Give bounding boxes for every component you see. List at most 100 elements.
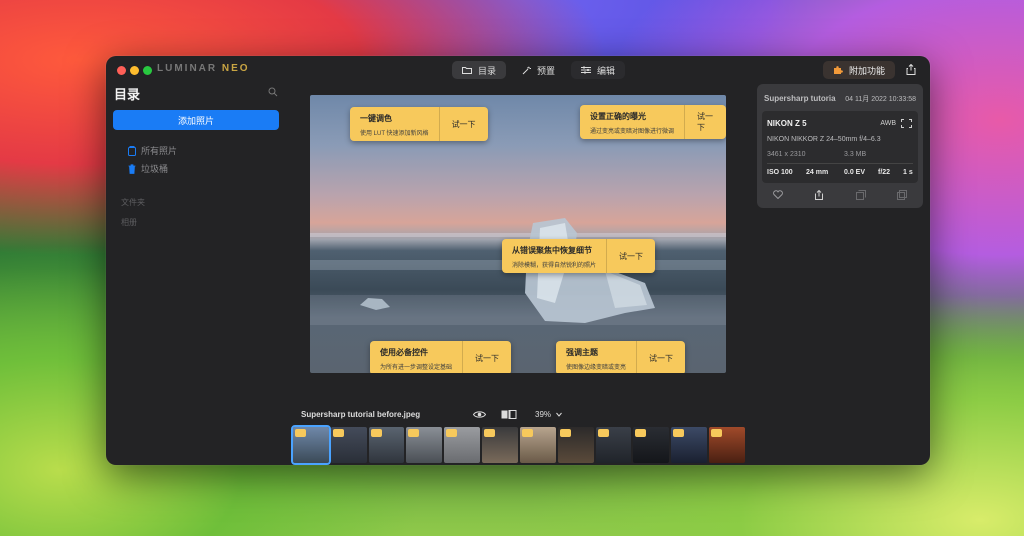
add-photos-button[interactable]: 添加照片 [113,110,279,130]
photo-canvas[interactable]: 一键调色使用 LUT 快速添加新风格 试一下 设置正确的曝光通过变亮或变暗对图像… [310,95,726,373]
edited-badge-icon [559,429,571,437]
compare-icon[interactable] [501,410,517,419]
photos-icon [128,145,136,156]
white-balance: AWB [880,120,896,127]
sidebar-item-all-photos-label: 所有照片 [141,146,178,156]
filmstrip-thumbnail[interactable] [595,427,632,463]
aperture-value: f/22 [878,169,891,176]
logo-text: LUMINAR [157,63,218,74]
addons-label: 附加功能 [849,65,886,76]
tip-subtitle: 使图像边缘变暗或变亮 [566,365,627,371]
tip-try-button[interactable]: 试一下 [440,107,488,141]
tip-title: 从错误聚焦中恢复细节 [512,246,592,255]
tip-try-button[interactable]: 试一下 [463,341,511,373]
stack-icon[interactable] [897,190,908,200]
close-window-button[interactable] [117,66,126,75]
tip-emphasize-subject: 强调主题使图像边缘变暗或变亮 试一下 [556,341,686,373]
tip-try-button[interactable]: 试一下 [607,239,655,273]
export-icon[interactable] [814,190,824,200]
sidebar: 目录 添加照片 所有照片 垃圾桶 文件夹 相册 [106,84,292,465]
edited-badge-icon [370,429,382,437]
chevron-down-icon[interactable] [556,412,562,417]
filmstrip-thumbnail[interactable] [444,427,481,463]
tab-presets-label: 预置 [537,65,556,76]
zoom-level[interactable]: 39% [535,410,551,419]
search-icon[interactable] [268,87,278,97]
main-nav: 目录 预置 编辑 [452,61,626,79]
heart-icon[interactable] [772,190,783,199]
filmstrip-thumbnail[interactable] [330,427,367,463]
crop-frame-icon [901,119,912,128]
edited-badge-icon [673,429,685,437]
tab-catalog[interactable]: 目录 [452,61,507,79]
edited-badge-icon [597,429,609,437]
info-datetime: 04 11月 2022 10:33:58 [845,96,916,103]
tip-subtitle: 使用 LUT 快速添加新风格 [360,131,429,137]
tip-title: 使用必备控件 [380,348,428,357]
sliders-icon [581,66,592,74]
tip-subtitle: 消除模糊，获得自然锐利的照片 [512,263,597,269]
edited-badge-icon [332,429,344,437]
exposure-value: 0.0 EV [844,169,866,176]
edited-badge-icon [484,429,496,437]
app-window: LUMINAR NEO 目录 预置 编辑 附加功能 目录 添加照片 所有照片 垃… [106,56,930,465]
sidebar-title: 目录 [114,87,141,102]
filmstrip-thumbnail[interactable] [633,427,670,463]
tip-one-click-color: 一键调色使用 LUT 快速添加新风格 试一下 [350,107,488,141]
exif-card: NIKON Z 5 AWB NIKON NIKKOR Z 24–50mm f/4… [762,111,918,183]
file-name: Supersharp tutorial before.jpeg [301,410,421,419]
filmstrip-thumbnail[interactable] [519,427,556,463]
sidebar-item-trash[interactable]: 垃圾桶 [128,162,168,175]
edited-badge-icon [711,429,723,437]
lens-model: NIKON NIKKOR Z 24–50mm f/4–6.3 [767,136,881,143]
trash-icon [128,163,136,174]
tip-exposure: 设置正确的曝光通过变亮或变暗对图像进行微调 试一下 [580,105,726,139]
addons-button[interactable]: 附加功能 [823,61,896,79]
edited-badge-icon [521,429,533,437]
image-resolution: 3461 x 2310 [767,151,806,158]
filmstrip-thumbnail[interactable] [557,427,594,463]
tip-title: 一键调色 [360,114,392,123]
tab-catalog-label: 目录 [478,65,497,76]
focal-length: 24 mm [806,169,829,176]
file-size: 3.3 MB [844,151,867,158]
puzzle-icon [834,66,843,74]
edited-badge-icon [635,429,647,437]
titlebar: LUMINAR NEO 目录 预置 编辑 附加功能 [106,56,930,84]
sidebar-section-folders[interactable]: 文件夹 [121,197,145,208]
tip-subtitle: 为所有进一步调整设定基础 [380,365,453,371]
iso-value: ISO 100 [767,169,793,176]
sidebar-item-all-photos[interactable]: 所有照片 [128,144,177,157]
info-panel: Supersharp tutorial 04 11月 2022 10:33:58… [757,84,923,208]
app-logo: LUMINAR NEO [157,63,250,74]
filmstrip-thumbnail[interactable] [406,427,443,463]
tab-presets[interactable]: 预置 [512,61,565,79]
exif-divider [767,163,913,164]
tip-try-button[interactable]: 试一下 [637,341,685,373]
share-icon[interactable] [906,64,916,75]
edited-badge-icon [295,429,306,437]
magic-wand-icon [522,65,532,74]
filmstrip-thumbnail[interactable] [482,427,518,463]
eye-icon[interactable] [473,410,486,419]
tip-try-button[interactable]: 试一下 [685,105,726,139]
copy-icon[interactable] [855,190,866,200]
filmstrip-thumbnail[interactable] [291,425,331,465]
edited-badge-icon [446,429,458,437]
file-bar: Supersharp tutorial before.jpeg 39% [301,409,731,423]
sidebar-section-albums[interactable]: 相册 [121,217,137,228]
tip-subtitle: 通过变亮或变暗对图像进行微调 [590,129,675,135]
minimize-window-button[interactable] [130,66,139,75]
filmstrip-thumbnail[interactable] [368,427,405,463]
camera-model: NIKON Z 5 [767,119,807,128]
tab-edit[interactable]: 编辑 [571,61,626,79]
edited-badge-icon [408,429,420,437]
filmstrip-thumbnail[interactable] [671,427,708,463]
maximize-window-button[interactable] [143,66,152,75]
shutter-speed: 1 s [903,169,913,176]
folder-icon [462,67,472,74]
tip-title: 设置正确的曝光 [590,112,646,121]
small-ice-image [360,298,390,310]
tip-title: 强调主题 [566,348,598,357]
filmstrip-thumbnail[interactable] [709,427,745,463]
